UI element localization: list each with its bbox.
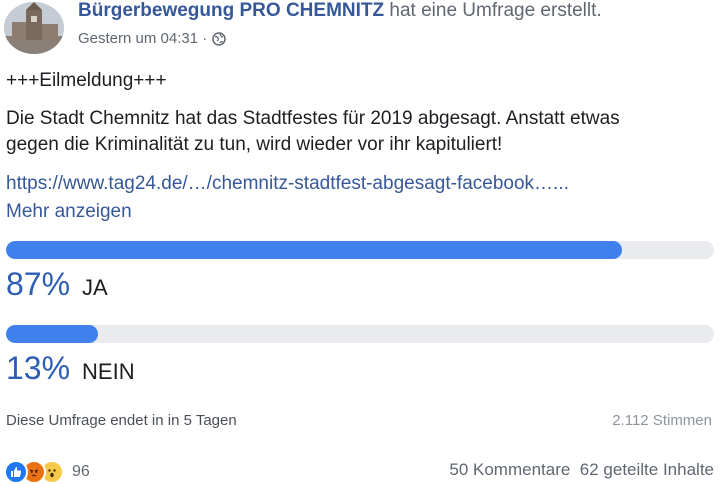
show-more-link[interactable]: Mehr anzeigen <box>6 201 132 223</box>
reactions-summary[interactable]: 96 <box>4 460 90 484</box>
poll-percent-ja: 87% <box>6 266 71 302</box>
post-stats: 50 Kommentare 62 geteilte Inhalte <box>449 460 714 480</box>
post-headline: +++Eilmeldung+++ <box>6 70 167 91</box>
page-avatar[interactable] <box>4 2 64 54</box>
poll-ends-text: Diese Umfrage endet in in 5 Tagen <box>6 412 237 429</box>
timestamp-link[interactable]: Gestern um 04:31 · <box>78 30 207 47</box>
author-link[interactable]: Bürgerbewegung PRO CHEMNITZ <box>78 0 384 21</box>
post-body-line-1: Die Stadt Chemnitz hat das Stadtfestes f… <box>6 108 620 129</box>
poll-label-ja: JA <box>82 275 108 300</box>
reaction-count: 96 <box>72 463 90 480</box>
poll-bar-nein[interactable] <box>6 325 714 343</box>
poll-option-ja[interactable]: 87% JA <box>6 266 108 303</box>
poll-bar-ja[interactable] <box>6 241 714 259</box>
shares-count-link[interactable]: 62 geteilte Inhalte <box>580 460 714 479</box>
like-icon <box>4 460 28 484</box>
post-meta: Gestern um 04:31 · <box>78 30 226 47</box>
globe-icon[interactable] <box>212 31 226 46</box>
comments-count-link[interactable]: 50 Kommentare <box>449 460 570 479</box>
post-action-text: hat eine Umfrage erstellt. <box>389 0 602 21</box>
poll-label-nein: NEIN <box>82 359 135 384</box>
poll-votes-count[interactable]: 2.112 Stimmen <box>612 412 712 429</box>
post-header: Bürgerbewegung PRO CHEMNITZ hat eine Umf… <box>78 0 602 22</box>
poll-bar-fill-ja <box>6 241 622 259</box>
poll-option-nein[interactable]: 13% NEIN <box>6 350 135 387</box>
post-body-line-2: gegen die Kriminalität zu tun, wird wied… <box>6 134 503 155</box>
poll-percent-nein: 13% <box>6 350 71 386</box>
article-link[interactable]: https://www.tag24.de/…/chemnitz-stadtfes… <box>6 173 569 195</box>
poll-bar-fill-nein <box>6 325 99 343</box>
